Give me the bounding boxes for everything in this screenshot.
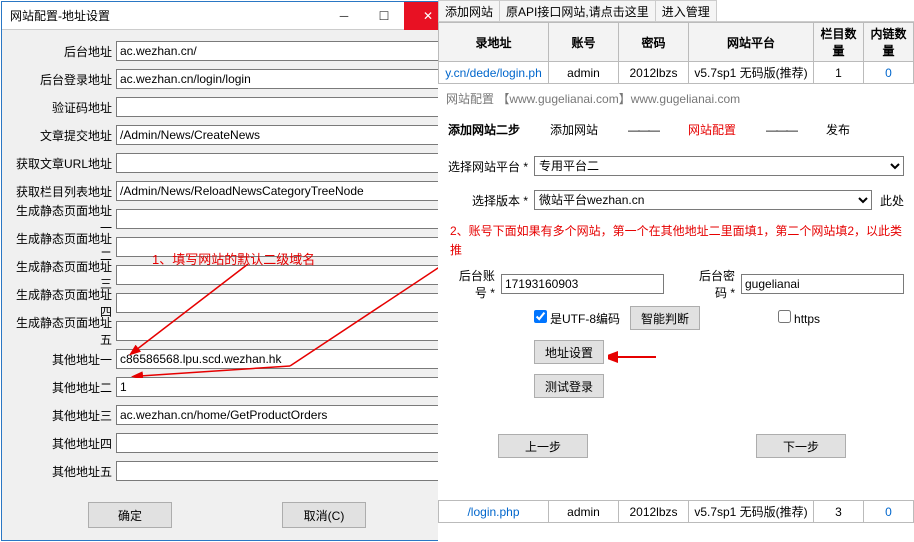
https-check-icon[interactable]	[778, 310, 791, 323]
th-links: 内链数量	[864, 23, 914, 62]
cell-pwd: 2012lbzs	[619, 501, 689, 523]
account-input[interactable]	[501, 274, 664, 294]
th-plat: 网站平台	[689, 23, 814, 62]
form: 后台地址 后台登录地址 验证码地址 文章提交地址 获取文章URL地址 获取栏目列…	[2, 30, 452, 538]
utf8-check-icon[interactable]	[534, 310, 547, 323]
input-backend[interactable]	[116, 41, 446, 61]
label-o1: 其他地址一	[8, 351, 116, 368]
input-login[interactable]	[116, 69, 446, 89]
label-captcha: 验证码地址	[8, 99, 116, 116]
input-o5[interactable]	[116, 461, 446, 481]
input-o1[interactable]	[116, 349, 446, 369]
cancel-button[interactable]: 取消(C)	[282, 502, 366, 528]
cell-pwd: 2012lbzs	[619, 62, 689, 84]
th-login: 录地址	[439, 23, 549, 62]
version-select[interactable]: 微站平台wezhan.cn	[534, 190, 872, 210]
th-cols: 栏目数量	[814, 23, 864, 62]
config-area: 添加网站二步 添加网站 ——— 网站配置 ——— 发布 选择网站平台 * 专用平…	[438, 113, 914, 466]
next-button[interactable]: 下一步	[756, 434, 846, 458]
prev-button[interactable]: 上一步	[498, 434, 588, 458]
step-cfg: 网站配置	[688, 121, 736, 138]
tab-mgr[interactable]: 进入管理	[655, 0, 717, 21]
input-o3[interactable]	[116, 405, 446, 425]
input-geturl[interactable]	[116, 153, 446, 173]
label-backend: 后台地址	[8, 43, 116, 60]
label-o5: 其他地址五	[8, 463, 116, 480]
input-article[interactable]	[116, 125, 446, 145]
https-checkbox[interactable]: https	[778, 310, 820, 326]
input-gen3[interactable]	[116, 265, 446, 285]
top-tabs: 添加网站 原API接口网站,请点击这里 进入管理	[438, 0, 914, 22]
password-label: 后台密码 *	[694, 267, 741, 301]
cell-plat: v5.7sp1 无码版(推荐)	[689, 501, 814, 523]
th-acct: 账号	[549, 23, 619, 62]
platform-label: 选择网站平台 *	[448, 158, 534, 175]
input-gen4[interactable]	[116, 293, 446, 313]
bottom-table: /login.php admin 2012lbzs v5.7sp1 无码版(推荐…	[438, 500, 914, 523]
label-login: 后台登录地址	[8, 71, 116, 88]
cell-links: 0	[864, 62, 914, 84]
step-add: 添加网站	[550, 121, 598, 138]
version-side: 此处	[880, 192, 904, 209]
input-gen5[interactable]	[116, 321, 446, 341]
cell-cols: 1	[814, 62, 864, 84]
input-gen2[interactable]	[116, 237, 446, 257]
tab-api[interactable]: 原API接口网站,请点击这里	[499, 0, 656, 21]
input-gen1[interactable]	[116, 209, 446, 229]
input-o4[interactable]	[116, 433, 446, 453]
input-getcol[interactable]	[116, 181, 446, 201]
cell-links: 0	[864, 501, 914, 523]
th-pwd: 密码	[619, 23, 689, 62]
account-label: 后台账号 *	[448, 267, 501, 301]
sep2: ———	[766, 123, 796, 137]
label-o2: 其他地址二	[8, 379, 116, 396]
subtitle: 网站配置 【www.gugelianai.com】www.gugelianai.…	[438, 84, 914, 113]
tab-add[interactable]: 添加网站	[438, 0, 500, 21]
sep1: ———	[628, 123, 658, 137]
cell-plat: v5.7sp1 无码版(推荐)	[689, 62, 814, 84]
cell-login: y.cn/dede/login.ph	[439, 62, 549, 84]
label-geturl: 获取文章URL地址	[8, 155, 116, 172]
minimize-button[interactable]: ─	[324, 2, 364, 30]
address-settings-button[interactable]: 地址设置	[534, 340, 604, 364]
judge-button[interactable]: 智能判断	[630, 306, 700, 330]
password-input[interactable]	[741, 274, 904, 294]
utf8-checkbox[interactable]: 是UTF-8编码	[534, 310, 620, 327]
platform-select[interactable]: 专用平台二	[534, 156, 904, 176]
input-o2[interactable]	[116, 377, 446, 397]
step-pub: 发布	[826, 121, 850, 138]
label-o4: 其他地址四	[8, 435, 116, 452]
version-label: 选择版本 *	[448, 192, 534, 209]
dialog-title: 网站配置-地址设置	[10, 7, 324, 24]
input-captcha[interactable]	[116, 97, 446, 117]
annotation-2: 2、账号下面如果有多个网站，第一个在其他地址二里面填1，第二个网站填2，以此类推	[450, 222, 904, 260]
cell-cols: 3	[814, 501, 864, 523]
right-panel: 添加网站 原API接口网站,请点击这里 进入管理 录地址 账号 密码 网站平台 …	[438, 0, 914, 542]
titlebar: 网站配置-地址设置 ─ ☐ ✕	[2, 2, 452, 30]
maximize-button[interactable]: ☐	[364, 2, 404, 30]
cell-acct: admin	[549, 62, 619, 84]
table-row[interactable]: /login.php admin 2012lbzs v5.7sp1 无码版(推荐…	[439, 501, 914, 523]
site-table: 录地址 账号 密码 网站平台 栏目数量 内链数量 y.cn/dede/login…	[438, 22, 914, 84]
table-row[interactable]: y.cn/dede/login.ph admin 2012lbzs v5.7sp…	[439, 62, 914, 84]
cell-acct: admin	[549, 501, 619, 523]
address-config-dialog: 网站配置-地址设置 ─ ☐ ✕ 后台地址 后台登录地址 验证码地址 文章提交地址…	[1, 1, 453, 541]
wizard-steps: 添加网站二步 添加网站 ——— 网站配置 ——— 发布	[448, 121, 904, 138]
step-label: 添加网站二步	[448, 121, 520, 138]
cell-login: /login.php	[439, 501, 549, 523]
label-o3: 其他地址三	[8, 407, 116, 424]
test-login-button[interactable]: 测试登录	[534, 374, 604, 398]
ok-button[interactable]: 确定	[88, 502, 172, 528]
label-getcol: 获取栏目列表地址	[8, 183, 116, 200]
label-gen5: 生成静态页面地址五	[8, 314, 116, 348]
label-article: 文章提交地址	[8, 127, 116, 144]
